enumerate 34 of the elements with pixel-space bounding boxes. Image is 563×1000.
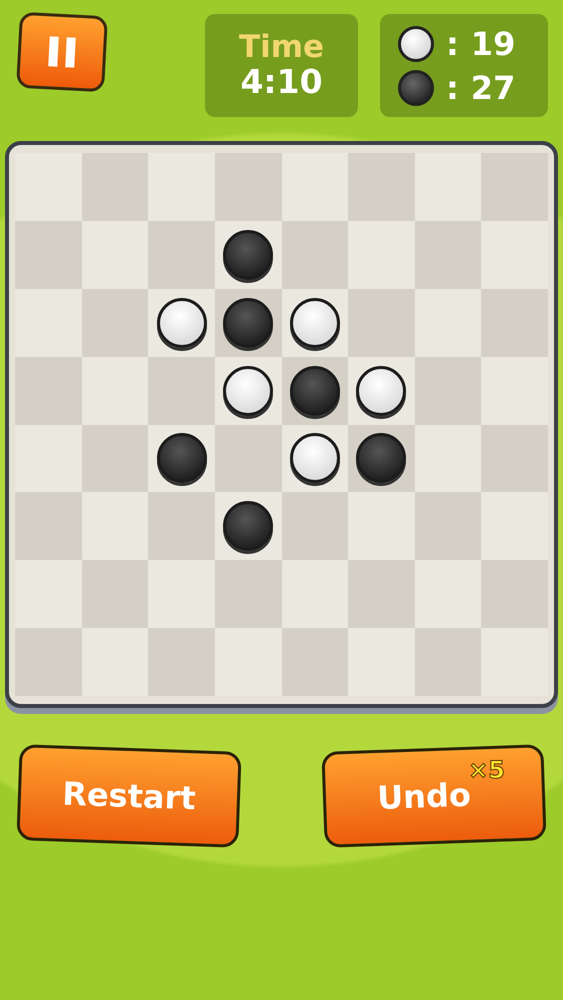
game-disc [156,433,207,484]
game-disc [290,298,340,348]
board-square[interactable] [148,424,215,492]
score-separator: : [446,24,459,62]
pause-button[interactable] [16,12,108,92]
disc-icon [398,70,434,106]
board-square[interactable] [214,356,282,424]
game-disc [356,433,406,484]
game-disc [223,501,274,552]
score-count: 27 [470,68,516,106]
game-disc [223,230,274,280]
board-square[interactable] [148,288,215,357]
board-square[interactable] [282,356,348,424]
restart-button[interactable]: Restart [16,744,242,848]
game-disc [156,298,207,348]
undo-count: ×5 [468,756,505,784]
timer-value: 4:10 [240,64,323,101]
score-separator: : [446,68,459,106]
board-square[interactable] [348,356,415,424]
game-disc [290,433,340,484]
pause-icon [46,34,78,70]
score-count: 19 [470,24,516,62]
game-disc [356,366,406,416]
game-disc [223,366,274,416]
board-square[interactable] [214,288,282,357]
board-square[interactable] [348,424,415,492]
timer-label: Time [238,30,324,64]
game-disc [290,366,340,416]
board-square[interactable] [214,492,282,560]
board-square[interactable] [214,220,282,289]
disc-icon [398,26,434,62]
board-square[interactable] [282,288,348,357]
board-square[interactable] [282,424,348,492]
game-disc [223,298,274,348]
